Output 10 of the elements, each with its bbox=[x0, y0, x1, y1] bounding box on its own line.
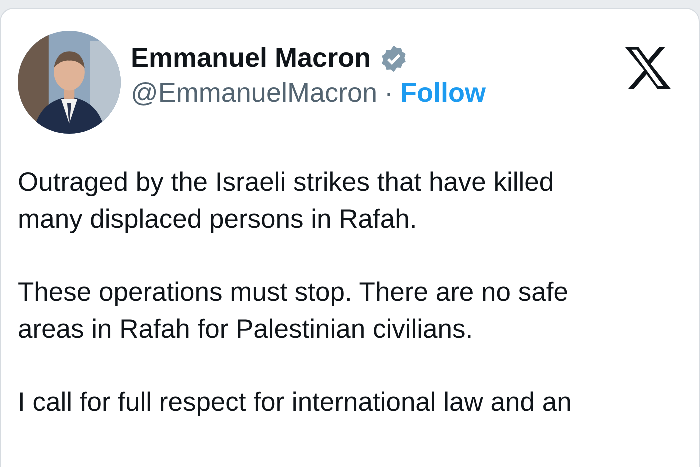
tweet-text-line: Outraged by the Israeli strikes that have killed bbox=[18, 166, 556, 199]
tweet-text-line: These operations must stop. There are no safe bbox=[18, 276, 570, 309]
follow-link[interactable]: Follow bbox=[400, 78, 486, 109]
separator-dot: · bbox=[384, 78, 394, 109]
tweet-text-line: many displaced persons in Rafah. bbox=[18, 203, 418, 236]
tweet-text-line: areas in Rafah for Palestinian civilians. bbox=[18, 313, 474, 346]
author-name: Emmanuel Macron bbox=[131, 43, 372, 74]
tweet-text-line: I call for full respect for international law and an bbox=[18, 386, 573, 419]
author-handle: @EmmanuelMacron bbox=[131, 78, 378, 109]
x-logo-icon[interactable] bbox=[625, 47, 671, 89]
